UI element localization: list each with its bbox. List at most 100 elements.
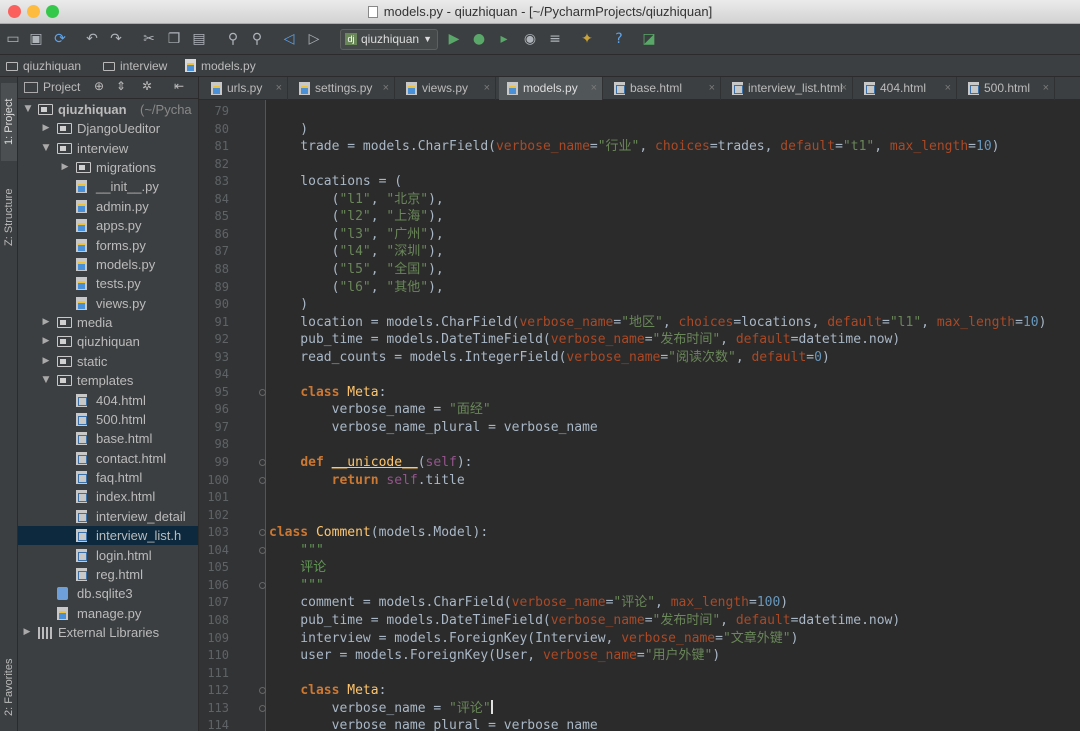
tasks-icon[interactable]: ≡ bbox=[546, 30, 564, 48]
debug-icon[interactable]: ● bbox=[470, 30, 488, 48]
tree-item[interactable]: ▼ interview bbox=[18, 139, 198, 158]
fold-marker-icon[interactable] bbox=[259, 546, 266, 554]
forward-icon[interactable]: ↷ bbox=[107, 30, 125, 48]
sync-icon[interactable]: ⟳ bbox=[51, 30, 69, 48]
close-tab-icon[interactable]: × bbox=[383, 77, 389, 100]
tab-500-html[interactable]: 500.html × bbox=[960, 77, 1055, 100]
project-view-select[interactable]: Project bbox=[43, 80, 80, 94]
breadcrumb-folder[interactable]: interview bbox=[103, 58, 167, 74]
tree-item[interactable]: db.sqlite3 bbox=[18, 584, 198, 603]
tab-favorites-tool[interactable]: 2: Favorites bbox=[1, 647, 17, 727]
tree-item[interactable]: ▶ DjangoUeditor bbox=[18, 119, 198, 138]
close-tab-icon[interactable]: × bbox=[709, 77, 715, 100]
fold-marker-icon[interactable] bbox=[259, 581, 266, 589]
close-tab-icon[interactable]: × bbox=[1043, 77, 1049, 100]
coverage-icon[interactable]: ▸ bbox=[495, 30, 513, 48]
expand-arrow-icon[interactable]: ▶ bbox=[60, 158, 70, 177]
hide-panel-icon[interactable]: ⇤ bbox=[174, 79, 184, 93]
tree-item[interactable]: admin.py bbox=[18, 197, 198, 216]
title-bar: models.py - qiuzhiquan - [~/PycharmProje… bbox=[0, 0, 1080, 24]
collapse-arrow-icon[interactable]: ▼ bbox=[41, 139, 51, 158]
run-icon[interactable]: ▶ bbox=[445, 30, 463, 48]
tree-item-label: interview bbox=[77, 140, 129, 156]
expand-arrow-icon[interactable]: ▶ bbox=[41, 313, 51, 332]
fold-marker-icon[interactable] bbox=[259, 476, 266, 484]
nav-forward-icon[interactable]: ▷ bbox=[305, 30, 323, 48]
breadcrumb-file[interactable]: models.py bbox=[185, 58, 256, 74]
run-configuration-select[interactable]: dj qiuzhiquan ▼ bbox=[340, 29, 438, 50]
help-icon[interactable]: ? bbox=[610, 30, 628, 48]
tree-item[interactable]: views.py bbox=[18, 294, 198, 313]
nav-back-icon[interactable]: ◁ bbox=[280, 30, 298, 48]
back-icon[interactable]: ↶ bbox=[83, 30, 101, 48]
code-editor[interactable]: ) trade = models.CharField(verbose_name=… bbox=[267, 100, 1080, 731]
close-tab-icon[interactable]: × bbox=[276, 77, 282, 100]
fold-marker-icon[interactable] bbox=[259, 704, 266, 712]
tree-item[interactable]: forms.py bbox=[18, 236, 198, 255]
tree-item[interactable]: base.html bbox=[18, 429, 198, 448]
tree-item[interactable]: 404.html bbox=[18, 391, 198, 410]
tab-views-py[interactable]: views.py × bbox=[398, 77, 496, 100]
tree-item[interactable]: ▶ static bbox=[18, 352, 198, 371]
collapse-all-icon[interactable]: ⇕ bbox=[116, 79, 126, 93]
close-tab-icon[interactable]: × bbox=[484, 77, 490, 100]
tree-item[interactable]: interview_detail bbox=[18, 507, 198, 526]
tree-item[interactable]: ▶ migrations bbox=[18, 158, 198, 177]
profile-icon[interactable]: ◉ bbox=[521, 30, 539, 48]
find-icon[interactable]: ⚲ bbox=[224, 30, 242, 48]
collapse-arrow-icon[interactable]: ▼ bbox=[41, 371, 51, 390]
tab-404-html[interactable]: 404.html × bbox=[856, 77, 957, 100]
code-token: ) bbox=[780, 595, 789, 611]
paste-icon[interactable]: ▤ bbox=[190, 30, 208, 48]
breadcrumb-project[interactable]: qiuzhiquan bbox=[6, 58, 81, 74]
tab-structure-tool[interactable]: Z: Structure bbox=[1, 177, 17, 257]
expand-arrow-icon[interactable]: ▶ bbox=[41, 352, 51, 371]
tree-item[interactable]: __init__.py bbox=[18, 177, 198, 196]
sync-scroll-icon[interactable]: ⊕ bbox=[94, 79, 104, 93]
tree-item[interactable]: login.html bbox=[18, 546, 198, 565]
tab-models-py[interactable]: models.py × bbox=[499, 77, 603, 100]
replace-icon[interactable]: ⚲ bbox=[248, 30, 266, 48]
vcs-icon[interactable]: ◪ bbox=[640, 30, 658, 48]
tree-item[interactable]: tests.py bbox=[18, 274, 198, 293]
cut-icon[interactable]: ✂ bbox=[140, 30, 158, 48]
line-number: 88 bbox=[214, 261, 229, 276]
tab-project-tool[interactable]: 1: Project bbox=[1, 83, 17, 161]
gear-icon[interactable]: ✲ bbox=[142, 79, 152, 93]
fold-marker-icon[interactable] bbox=[259, 687, 266, 695]
tree-item[interactable]: ▼ templates bbox=[18, 371, 198, 390]
tree-item[interactable]: interview_list.h bbox=[18, 526, 198, 546]
tab-base-html[interactable]: base.html × bbox=[606, 77, 721, 100]
tree-item[interactable]: ▶ qiuzhiquan bbox=[18, 332, 198, 351]
window-title: models.py - qiuzhiquan - [~/PycharmProje… bbox=[0, 4, 1080, 19]
fold-marker-icon[interactable] bbox=[259, 529, 266, 537]
fold-marker-icon[interactable] bbox=[259, 388, 266, 396]
tab-interview-list-html[interactable]: interview_list.html × bbox=[724, 77, 853, 100]
expand-arrow-icon[interactable]: ▶ bbox=[41, 332, 51, 351]
settings-icon[interactable]: ✦ bbox=[578, 30, 596, 48]
expand-arrow-icon[interactable]: ▶ bbox=[22, 623, 32, 642]
tree-item[interactable]: reg.html bbox=[18, 565, 198, 584]
tree-item[interactable]: apps.py bbox=[18, 216, 198, 235]
tree-item[interactable]: index.html bbox=[18, 487, 198, 506]
tree-item[interactable]: contact.html bbox=[18, 449, 198, 468]
tree-item[interactable]: ▶ media bbox=[18, 313, 198, 332]
open-folder-icon[interactable]: ▭ bbox=[4, 30, 22, 48]
expand-arrow-icon[interactable]: ▼ bbox=[23, 100, 33, 119]
fold-marker-icon[interactable] bbox=[259, 459, 266, 466]
tree-item[interactable]: ▶ External Libraries bbox=[18, 623, 198, 642]
close-tab-icon[interactable]: × bbox=[945, 77, 951, 100]
tree-item[interactable]: 500.html bbox=[18, 410, 198, 429]
save-icon[interactable]: ▣ bbox=[27, 30, 45, 48]
tree-root[interactable]: ▼ qiuzhiquan (~/Pycha bbox=[18, 100, 198, 119]
tree-item[interactable]: faq.html bbox=[18, 468, 198, 487]
tree-item[interactable]: manage.py bbox=[18, 604, 198, 623]
tree-item-label: External Libraries bbox=[58, 624, 160, 640]
copy-icon[interactable]: ❐ bbox=[165, 30, 183, 48]
tab-urls-py[interactable]: urls.py × bbox=[203, 77, 288, 100]
close-tab-icon[interactable]: × bbox=[591, 77, 597, 100]
tab-settings-py[interactable]: settings.py × bbox=[291, 77, 395, 100]
expand-arrow-icon[interactable]: ▶ bbox=[41, 119, 51, 138]
tree-item[interactable]: models.py bbox=[18, 255, 198, 274]
close-tab-icon[interactable]: × bbox=[841, 77, 847, 100]
